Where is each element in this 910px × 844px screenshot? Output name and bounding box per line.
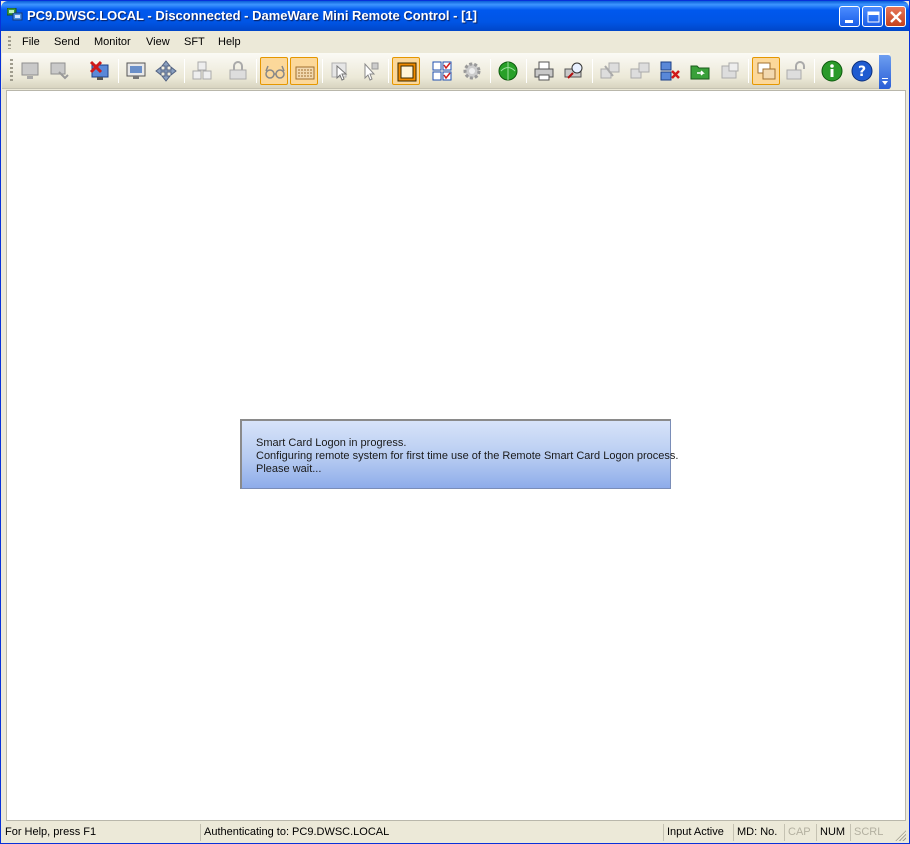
select-cursor-icon xyxy=(331,62,348,81)
disconnect-icon xyxy=(89,60,109,80)
copy-icon xyxy=(630,62,650,79)
app-icon xyxy=(7,8,23,21)
toolbar-separator xyxy=(814,59,815,83)
toolbar-separator xyxy=(526,59,527,83)
maximize-icon xyxy=(867,11,880,23)
menu-file[interactable]: File xyxy=(22,36,40,48)
unlock-button[interactable] xyxy=(782,57,810,85)
toolbar-separator xyxy=(592,59,593,83)
folder-sync-button[interactable] xyxy=(686,57,714,85)
send-keys-button[interactable] xyxy=(188,57,216,85)
message-line: Please wait... xyxy=(256,463,322,475)
print-preview-button[interactable] xyxy=(560,57,588,85)
window-overlap-button[interactable] xyxy=(752,57,780,85)
status-bar: For Help, press F1 Authenticating to: PC… xyxy=(2,822,908,843)
remote-computer-button[interactable] xyxy=(16,57,44,85)
menu-view[interactable]: View xyxy=(146,36,170,48)
chat-globe-icon xyxy=(498,61,518,81)
select-cursor-button[interactable] xyxy=(326,57,354,85)
toolbar-separator xyxy=(322,59,323,83)
menu-help[interactable]: Help xyxy=(218,36,241,48)
status-md: MD: No. xyxy=(733,824,780,841)
status-input: Input Active xyxy=(663,824,727,841)
settings-gear-button[interactable] xyxy=(458,57,486,85)
menu-bar: File Send Monitor View SFT Help xyxy=(2,31,908,53)
info-button[interactable] xyxy=(818,57,846,85)
view-only-icon xyxy=(265,65,285,79)
unlock-icon xyxy=(786,61,805,80)
remote-computer-icon xyxy=(21,62,39,79)
resize-grip[interactable] xyxy=(894,829,906,841)
pointer-button[interactable] xyxy=(356,57,384,85)
chevron-down-icon xyxy=(882,78,888,85)
full-screen-icon xyxy=(397,62,417,82)
settings-gear-icon xyxy=(463,62,481,80)
chat-globe-button[interactable] xyxy=(494,57,522,85)
menu-sft[interactable]: SFT xyxy=(184,36,205,48)
multi-monitor-button[interactable] xyxy=(428,57,456,85)
toolbar-separator xyxy=(184,59,185,83)
close-icon xyxy=(890,11,902,23)
toolbar: ? xyxy=(2,53,890,89)
status-auth: Authenticating to: PC9.DWSC.LOCAL xyxy=(200,824,392,841)
message-line: Configuring remote system for first time… xyxy=(256,450,679,462)
toolbar-separator xyxy=(748,59,749,83)
menu-grip[interactable] xyxy=(8,36,11,49)
close-button[interactable] xyxy=(885,6,906,27)
title-bar[interactable]: PC9.DWSC.LOCAL - Disconnected - DameWare… xyxy=(1,1,909,31)
file-transfer-icon xyxy=(600,62,620,79)
status-num: NUM xyxy=(816,824,848,841)
help-icon: ? xyxy=(851,60,873,82)
toolbar-grip[interactable] xyxy=(10,59,13,83)
smart-card-progress-panel: Smart Card Logon in progress. Configurin… xyxy=(240,419,678,489)
network-disconnect-icon xyxy=(660,61,680,81)
network-disconnect-button[interactable] xyxy=(656,57,684,85)
disconnect-button[interactable] xyxy=(86,57,114,85)
app-window: PC9.DWSC.LOCAL - Disconnected - DameWare… xyxy=(0,0,910,844)
maximize-button[interactable] xyxy=(862,6,883,27)
copy-button[interactable] xyxy=(626,57,654,85)
properties-icon xyxy=(721,62,739,79)
file-transfer-button[interactable] xyxy=(596,57,624,85)
connect-dropdown-icon xyxy=(50,62,69,80)
minimize-icon xyxy=(845,20,853,23)
print-button[interactable] xyxy=(530,57,558,85)
toolbar-separator xyxy=(388,59,389,83)
message-line: Smart Card Logon in progress. xyxy=(256,437,407,449)
full-screen-button[interactable] xyxy=(392,57,420,85)
minimize-button[interactable] xyxy=(839,6,860,27)
print-preview-icon xyxy=(564,62,583,79)
window-overlap-icon xyxy=(757,62,776,80)
print-icon xyxy=(534,61,554,81)
move-button[interactable] xyxy=(152,57,180,85)
properties-button[interactable] xyxy=(716,57,744,85)
pointer-icon xyxy=(364,62,379,81)
lock-keyboard-icon xyxy=(229,61,247,80)
keyboard-button[interactable] xyxy=(290,57,318,85)
info-icon xyxy=(821,60,843,82)
connect-dropdown-button[interactable] xyxy=(46,57,74,85)
toolbar-separator xyxy=(118,59,119,83)
toolbar-separator xyxy=(256,59,257,83)
move-icon xyxy=(155,60,177,82)
folder-sync-icon xyxy=(690,65,710,80)
help-button[interactable]: ? xyxy=(848,57,876,85)
menu-send[interactable]: Send xyxy=(54,36,80,48)
window-title: PC9.DWSC.LOCAL - Disconnected - DameWare… xyxy=(27,8,477,23)
multi-monitor-icon xyxy=(432,61,452,81)
lock-keyboard-button[interactable] xyxy=(224,57,252,85)
display-settings-button[interactable] xyxy=(122,57,150,85)
status-help: For Help, press F1 xyxy=(5,826,97,838)
display-settings-icon xyxy=(126,62,146,79)
keyboard-icon xyxy=(295,66,315,80)
svg-text:?: ? xyxy=(858,64,866,80)
send-keys-icon xyxy=(192,61,212,80)
menu-monitor[interactable]: Monitor xyxy=(94,36,131,48)
status-scrl: SCRL xyxy=(850,824,886,841)
view-only-button[interactable] xyxy=(260,57,288,85)
toolbar-separator xyxy=(490,59,491,83)
toolbar-overflow-chevron[interactable] xyxy=(879,55,891,89)
status-cap: CAP xyxy=(784,824,814,841)
